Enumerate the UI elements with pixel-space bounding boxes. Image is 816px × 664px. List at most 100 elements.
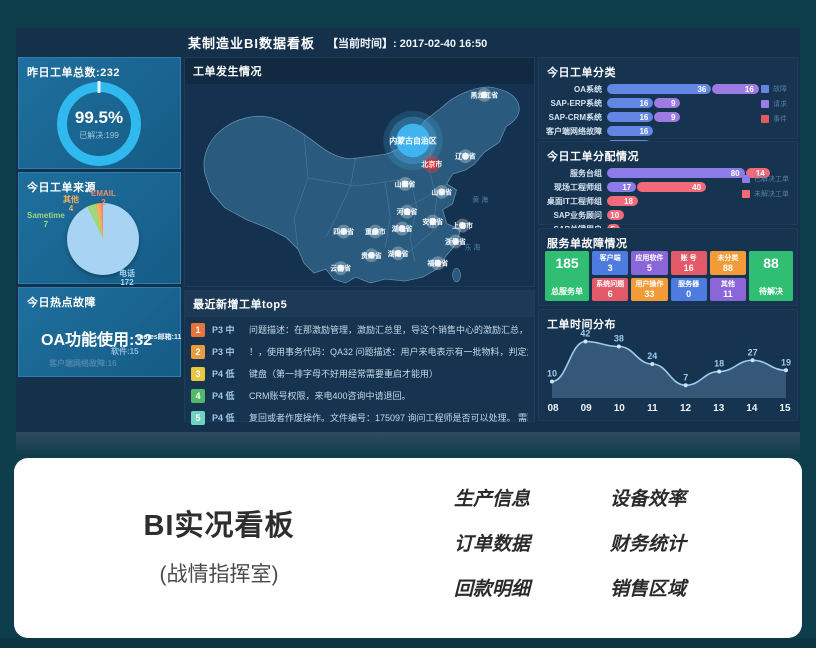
top5-row[interactable]: 1 P3 中 问题描述：在那激励管理，激励汇总里，导这个销售中心的激励汇总，有个… <box>191 321 528 338</box>
panel-ticket-source: 今日工单来源 EMAIL2 其他4 Sametime7 电话172 <box>18 172 181 284</box>
card-menu: 生产信息设备效率订单数据财务统计回款明细销售区域 <box>414 488 726 602</box>
tile-value: 88 <box>723 263 733 273</box>
fault-tile[interactable]: 系统问题 6 <box>592 278 628 302</box>
legend-label: 事件 <box>773 114 787 124</box>
rank-badge: 3 <box>191 367 205 381</box>
time-area-chart[interactable]: 104238247182719 <box>542 330 794 402</box>
x-tick-label: 13 <box>709 403 729 414</box>
fault-tile[interactable]: 服务器 0 <box>671 278 707 302</box>
classification-bar-chart[interactable]: OA系统3616SAP-ERP系统169SAP-CRM系统169客户端网络故障1… <box>539 82 797 150</box>
panel-hotspot-faults: 今日热点故障 OA功能使用:32 Inotes邮箱:11 软件:15 客户端网络… <box>18 287 181 377</box>
legend-item: 未解决工单 <box>742 189 789 199</box>
priority-label: P4 低 <box>212 367 242 380</box>
panel-service-faults: 服务单故障情况 185 总服务单 客户端 3应用软件 5账 号 16未分类 88… <box>538 228 798 306</box>
card-menu-item[interactable]: 回款明细 <box>414 578 570 602</box>
legend-swatch <box>761 85 769 93</box>
priority-label: P4 低 <box>212 389 242 402</box>
total-service-tile[interactable]: 185 总服务单 <box>545 251 589 301</box>
fault-tile[interactable]: 应用软件 5 <box>631 251 667 275</box>
svg-text:黄 海: 黄 海 <box>472 195 488 204</box>
card-menu-item[interactable]: 生产信息 <box>414 488 570 512</box>
tile-value: 3 <box>608 263 613 273</box>
svg-text:黑龙江省: 黑龙江省 <box>470 90 498 99</box>
tile-value: 0 <box>686 289 691 299</box>
fault-tile[interactable]: 未分类 88 <box>710 251 746 275</box>
rank-badge: 2 <box>191 345 205 359</box>
resolution-donut-chart[interactable]: 99.5% 已解决:199 <box>57 82 141 166</box>
x-tick-label: 08 <box>543 403 563 414</box>
svg-text:10: 10 <box>547 369 557 379</box>
bar-category-label: 现场工程师组 <box>543 182 607 193</box>
bar-segment: 80 <box>607 168 745 178</box>
svg-text:18: 18 <box>714 359 724 369</box>
svg-text:山西省: 山西省 <box>395 179 416 188</box>
bar-segment: 16 <box>607 112 653 122</box>
x-tick-label: 10 <box>609 403 629 414</box>
fault-tile[interactable]: 客户端 3 <box>592 251 628 275</box>
card-subtitle: (战情指挥室) <box>99 558 339 588</box>
card-menu-item[interactable]: 销售区域 <box>570 578 726 602</box>
top5-row[interactable]: 2 P3 中 ！，使用事务代码：QA32 问题描述：用户来电表示有一批物料，判定… <box>191 343 528 360</box>
tile-value: 11 <box>723 289 733 299</box>
pie-label-email: EMAIL2 <box>91 189 116 207</box>
svg-text:四川省: 四川省 <box>333 227 354 236</box>
fault-word-cloud[interactable]: OA功能使用:32 Inotes邮箱:11 软件:15 客户端网络故障:16 <box>19 288 180 376</box>
bi-info-card: BI实况看板 (战情指挥室) 生产信息设备效率订单数据财务统计回款明细销售区域 <box>14 458 802 638</box>
x-tick-label: 15 <box>775 403 795 414</box>
legend-label: 请求 <box>773 99 787 109</box>
card-menu-item[interactable]: 设备效率 <box>570 488 726 512</box>
bar-row: SAP-CRM系统169 <box>543 112 791 122</box>
panel-title: 最近新增工单top5 <box>185 291 534 317</box>
legend-swatch <box>761 100 769 108</box>
card-title: BI实况看板 <box>99 502 339 544</box>
x-tick-label: 09 <box>576 403 596 414</box>
fault-tile[interactable]: 用户操作 33 <box>631 278 667 302</box>
bar-category-label: OA系统 <box>543 84 607 95</box>
legend-item: 故障 <box>761 84 787 94</box>
card-menu-item[interactable]: 财务统计 <box>570 533 726 557</box>
bar-segment: 16 <box>712 84 758 94</box>
bar-segment: 9 <box>654 112 680 122</box>
priority-label: P4 低 <box>212 411 242 424</box>
panel-ticket-map: 工单发生情况 内蒙古自治区北京市黑龙江省辽宁省山西省山东省河南省安徽省上海市四川… <box>184 57 535 287</box>
bar-row: 客户端网络故障16 <box>543 126 791 136</box>
svg-text:湖北省: 湖北省 <box>392 224 413 233</box>
svg-text:内蒙古自治区: 内蒙古自治区 <box>389 135 437 145</box>
china-map[interactable]: 内蒙古自治区北京市黑龙江省辽宁省山西省山东省河南省安徽省上海市四川省重庆市湖北省… <box>186 79 533 285</box>
dashboard-title: 某制造业BI数据看板 <box>188 33 315 52</box>
cloud-word: 软件:15 <box>111 346 139 357</box>
bar-row: SAP-ERP系统169 <box>543 98 791 108</box>
svg-text:东 海: 东 海 <box>465 242 481 251</box>
svg-text:贵州省: 贵州省 <box>361 251 382 260</box>
bar-segment: 16 <box>607 126 653 136</box>
card-menu-item[interactable]: 订单数据 <box>414 533 570 557</box>
top5-row[interactable]: 3 P4 低 键盘（第一排字母不好用经常需要重启才能用） <box>191 365 528 382</box>
svg-text:19: 19 <box>781 357 791 367</box>
fault-tile[interactable]: 账 号 16 <box>671 251 707 275</box>
china-map-svg: 内蒙古自治区北京市黑龙江省辽宁省山西省山东省河南省安徽省上海市四川省重庆市湖北省… <box>186 79 533 285</box>
panel-yesterday-total: 昨日工单总数:232 99.5% 已解决:199 <box>18 57 181 169</box>
time-x-axis: 0809101112131415 <box>543 403 795 414</box>
x-tick-label: 12 <box>676 403 696 414</box>
bar-row: SAP业务顾问10 <box>543 210 791 220</box>
svg-text:河南省: 河南省 <box>397 207 418 216</box>
top5-row[interactable]: 4 P4 低 CRM账号权限，来电400咨询中请退回。 <box>191 387 528 404</box>
fault-tiles: 客户端 3应用软件 5账 号 16未分类 88系统问题 6用户操作 33服务器 … <box>592 251 746 301</box>
source-pie-chart[interactable] <box>67 203 139 275</box>
bar-segment: 36 <box>607 84 711 94</box>
tile-value: 5 <box>647 263 652 273</box>
svg-text:湖南省: 湖南省 <box>388 249 409 258</box>
panel-title: 服务单故障情况 <box>539 229 797 253</box>
pie-label-phone: 电话172 <box>119 269 135 287</box>
svg-text:辽宁省: 辽宁省 <box>455 152 476 161</box>
bottom-teal-strip <box>0 638 816 648</box>
ticket-description: 复回或者作废操作。文件编号：175097 询问工程师是否可以处理。 需联系：00… <box>249 411 528 424</box>
svg-text:浙江省: 浙江省 <box>445 237 466 246</box>
bar-category-label: SAP-CRM系统 <box>543 112 607 123</box>
fault-tile[interactable]: 其他 11 <box>710 278 746 302</box>
top5-row[interactable]: 5 P4 低 复回或者作废操作。文件编号：175097 询问工程师是否可以处理。… <box>191 409 528 426</box>
pending-tile[interactable]: 88 待解决 <box>749 251 793 301</box>
tile-label: 客户端 <box>600 253 621 263</box>
resolved-count: 已解决:199 <box>79 130 119 141</box>
legend-swatch <box>742 175 750 183</box>
